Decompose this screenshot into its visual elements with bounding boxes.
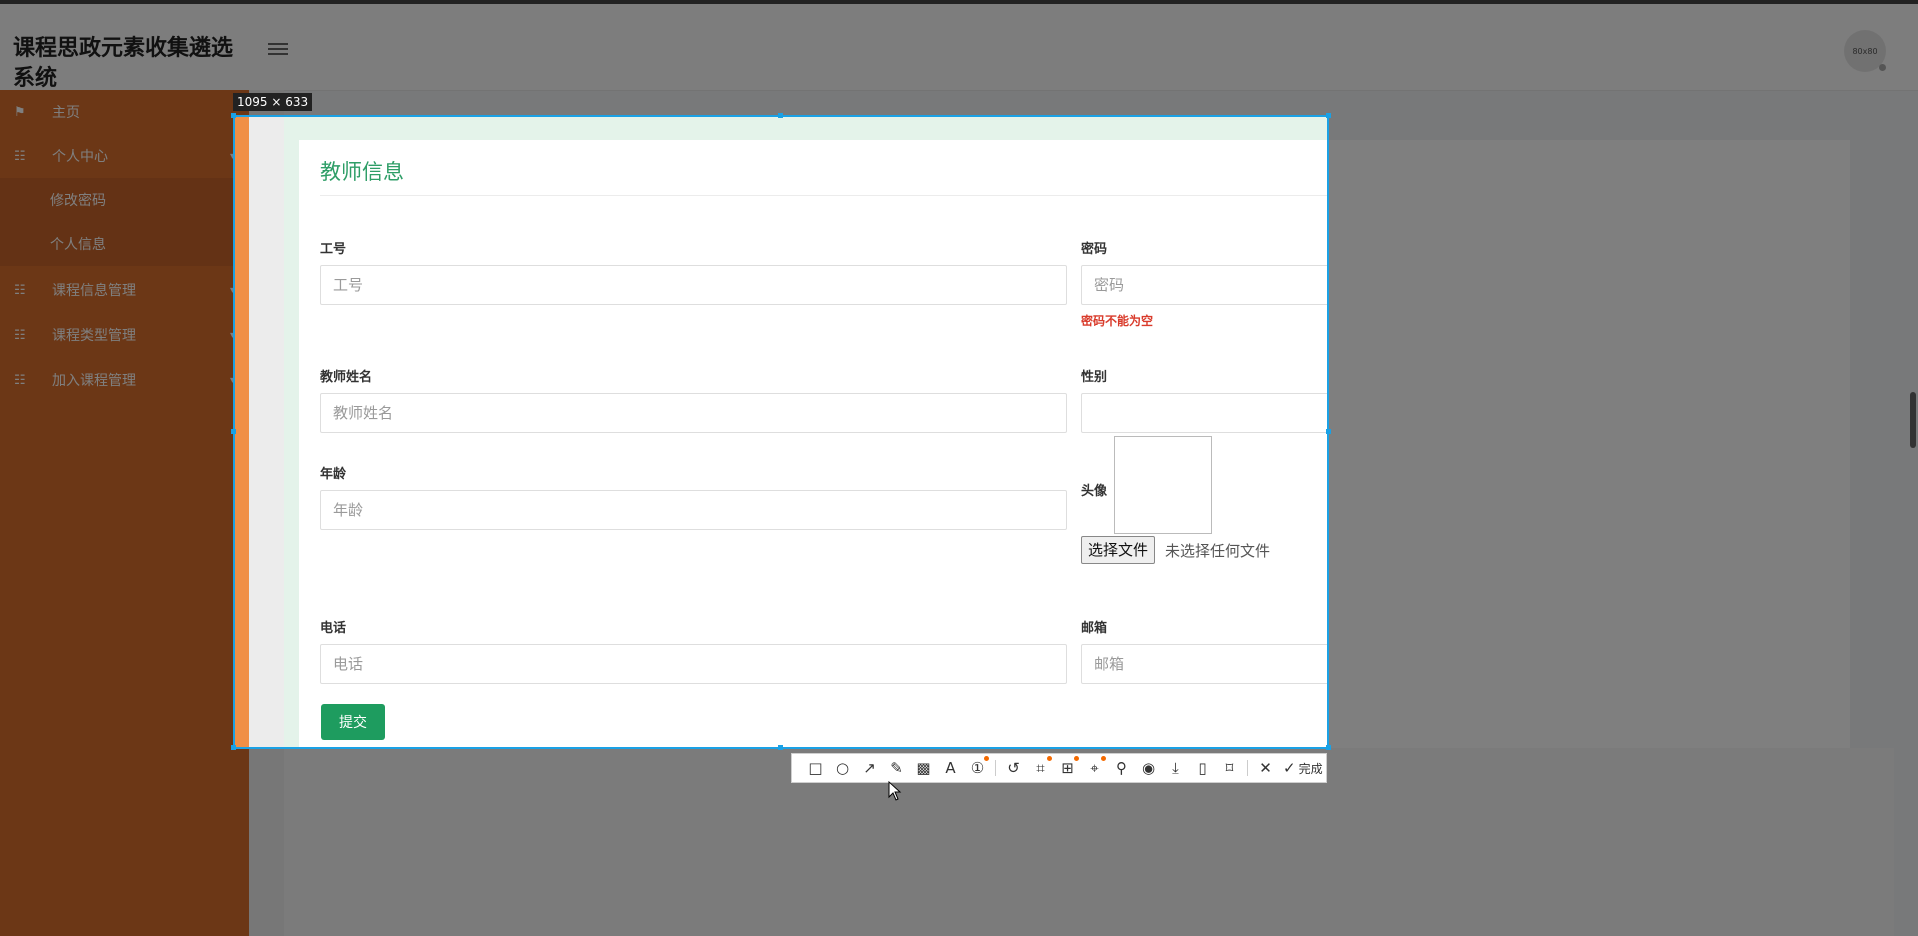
mosaic-icon[interactable]: ▩ (910, 759, 937, 777)
window-top-border (0, 0, 1918, 4)
selection-border[interactable] (233, 115, 1329, 749)
toolbar-divider (1247, 760, 1248, 776)
ellipse-icon[interactable]: ○ (829, 759, 856, 777)
resize-handle[interactable] (1326, 745, 1331, 750)
resize-handle[interactable] (1326, 113, 1331, 118)
undo-icon[interactable]: ↺ (1000, 759, 1027, 777)
check-icon: ✓ (1283, 759, 1296, 777)
toolbar-divider (995, 760, 996, 776)
download-icon[interactable]: ⤓ (1162, 759, 1189, 777)
bookmark-icon[interactable]: ⌑ (1216, 759, 1243, 777)
resize-handle[interactable] (231, 745, 236, 750)
number-marker-icon[interactable]: ① (964, 756, 991, 777)
screenshot-toolbar: □ ○ ↗ ✎ ▩ A ① ↺ ⌗ ⊞ ⌖ ⚲ ◉ ⤓ ▯ ⌑ ✕ ✓ 完成 (791, 753, 1327, 783)
arrow-icon[interactable]: ↗ (856, 759, 883, 777)
resize-handle[interactable] (778, 113, 783, 118)
save-icon[interactable]: ▯ (1189, 759, 1216, 777)
pencil-icon[interactable]: ✎ (883, 759, 910, 777)
close-icon[interactable]: ✕ (1252, 759, 1279, 777)
resize-handle[interactable] (231, 113, 236, 118)
resize-handle[interactable] (231, 429, 236, 434)
pin-icon[interactable]: ⚲ (1108, 759, 1135, 777)
record-icon[interactable]: ◉ (1135, 759, 1162, 777)
resize-handle[interactable] (1326, 429, 1331, 434)
done-button[interactable]: ✓ 完成 (1283, 759, 1323, 777)
translate-icon[interactable]: ⊞ (1054, 756, 1081, 777)
mouse-cursor-icon (888, 781, 902, 801)
rectangle-icon[interactable]: □ (802, 759, 829, 777)
ocr-icon[interactable]: ⌗ (1027, 756, 1054, 777)
selection-size-label: 1095 × 633 (233, 93, 313, 111)
scrollbar-thumb[interactable] (1910, 392, 1916, 448)
text-icon[interactable]: A (937, 759, 964, 777)
scan-icon[interactable]: ⌖ (1081, 756, 1108, 777)
done-label: 完成 (1298, 761, 1323, 776)
resize-handle[interactable] (778, 745, 783, 750)
